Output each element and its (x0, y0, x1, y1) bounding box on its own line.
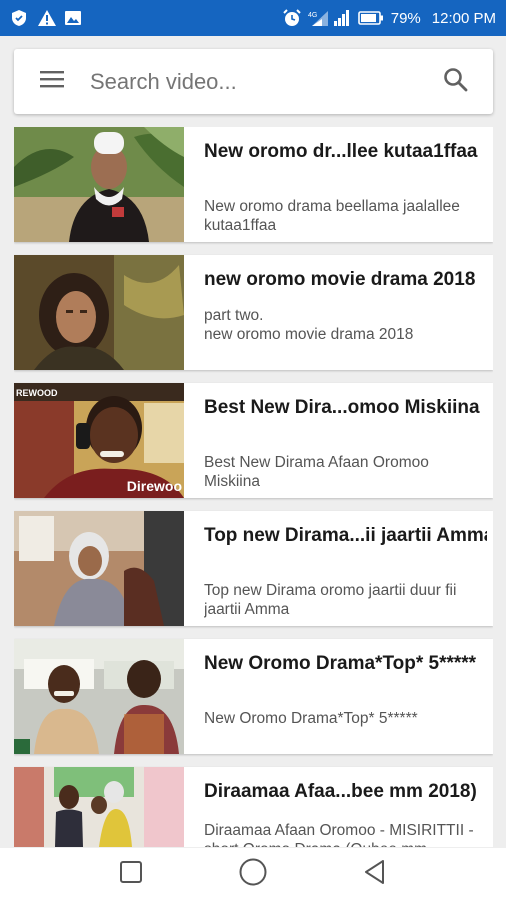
circle-icon (238, 857, 268, 892)
video-list-item[interactable]: New oromo dr...llee kutaa1ffaa New oromo… (14, 127, 493, 242)
triangle-back-icon (363, 859, 387, 890)
search-icon (443, 67, 469, 98)
alarm-icon (283, 9, 301, 27)
home-button[interactable] (229, 850, 277, 898)
video-list-item[interactable]: New Oromo Drama*Top* 5***** New Oromo Dr… (14, 639, 493, 754)
video-title: New oromo dr...llee kutaa1ffaa (204, 141, 478, 162)
image-icon (64, 9, 82, 27)
recents-button[interactable] (107, 850, 155, 898)
video-list-item[interactable]: REWOOD Direwoo Best New Dira...omoo Misk… (14, 383, 493, 498)
video-description: part two. new oromo movie drama 2018 (204, 307, 414, 343)
signal-icon (333, 9, 351, 27)
video-thumbnail (14, 767, 184, 847)
video-thumbnail (14, 255, 184, 370)
svg-text:REWOOD: REWOOD (16, 388, 58, 398)
battery-icon (357, 9, 384, 27)
thumbnail-watermark: Direwoo (126, 478, 182, 494)
hamburger-menu-icon (39, 69, 65, 94)
warning-icon (37, 9, 56, 27)
clock: 12:00 PM (431, 9, 496, 27)
system-icons: 4G 79% 12:00 PM (283, 9, 496, 27)
shield-icon (10, 9, 28, 27)
svg-text:4G: 4G (308, 12, 317, 19)
back-button[interactable] (351, 850, 399, 898)
search-input[interactable] (90, 61, 420, 102)
menu-button[interactable] (32, 49, 72, 114)
status-bar: 4G 79% 12:00 PM (0, 0, 506, 36)
video-title: Diraamaa Afaa...bee mm 2018) (204, 781, 477, 802)
video-title: Best New Dira...omoo Miskiina (204, 397, 480, 418)
video-thumbnail (14, 639, 184, 754)
video-description: Top new Dirama oromo jaartii duur fii ja… (204, 582, 457, 618)
video-list: New oromo dr...llee kutaa1ffaa New oromo… (14, 127, 493, 847)
video-list-item[interactable]: Diraamaa Afaa...bee mm 2018) Diraamaa Af… (14, 767, 493, 847)
search-bar (14, 49, 493, 114)
video-thumbnail (14, 511, 184, 626)
video-description: New Oromo Drama*Top* 5***** (204, 710, 418, 727)
video-title: New Oromo Drama*Top* 5***** (204, 653, 477, 674)
video-description: Best New Dirama Afaan Oromoo Miskiina (204, 454, 429, 490)
video-list-item[interactable]: new oromo movie drama 2018 part two. new… (14, 255, 493, 370)
video-description: Diraamaa Afaan Oromoo - MISIRITTII - sho… (204, 822, 474, 847)
battery-percent: 79% (390, 9, 421, 27)
notification-icons (10, 9, 82, 27)
video-description: New oromo drama beellama jaalallee kutaa… (204, 198, 460, 234)
navigation-bar (0, 848, 506, 900)
video-title: Top new Dirama...ii jaartii Amma (204, 525, 487, 546)
video-list-item[interactable]: Top new Dirama...ii jaartii Amma Top new… (14, 511, 493, 626)
square-icon (119, 860, 143, 889)
search-button[interactable] (441, 67, 471, 97)
video-thumbnail (14, 127, 184, 242)
video-thumbnail: REWOOD Direwoo (14, 383, 184, 498)
video-title: new oromo movie drama 2018 (204, 269, 476, 290)
data-signal-icon: 4G (308, 9, 328, 27)
